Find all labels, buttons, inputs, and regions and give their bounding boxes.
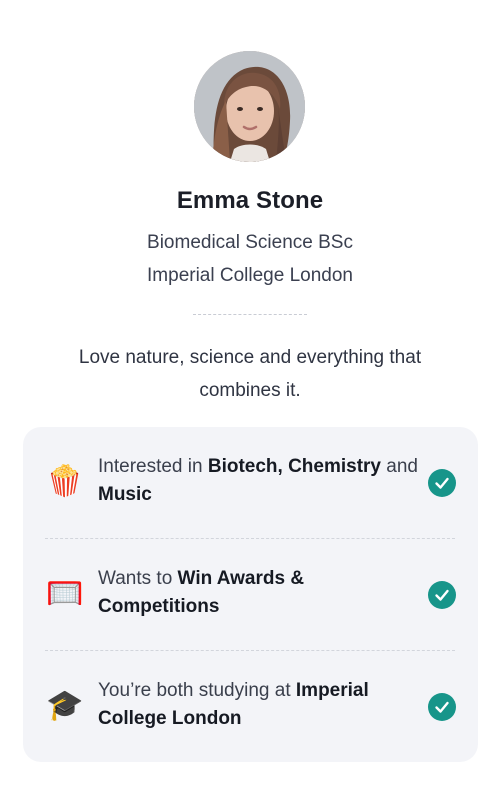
match-text: You’re both studying at Imperial College… (98, 680, 369, 729)
popcorn-icon: 🍿 (46, 465, 84, 498)
match-row-university: 🎓 You’re both studying at Imperial Colle… (23, 651, 478, 762)
match-row-goals: 🥅 Wants to Win Awards & Competitions (23, 539, 478, 650)
profile-name: Emma Stone (176, 187, 324, 214)
graduation-cap-icon: 🎓 (46, 689, 84, 722)
match-row-interests: 🍿 Interested in Biotech, Chemistry and M… (23, 427, 478, 538)
matches-card: 🍿 Interested in Biotech, Chemistry and M… (23, 427, 478, 762)
profile-university: Imperial College London (147, 265, 353, 286)
avatar-portrait (194, 51, 305, 162)
goal-net-icon: 🥅 (46, 577, 84, 610)
divider (193, 314, 307, 315)
profile-bio: Love nature, science and everything that… (78, 347, 422, 401)
check-icon (428, 693, 456, 721)
check-icon (428, 581, 456, 609)
profile-page: Emma Stone Biomedical Science BSc Imperi… (0, 0, 500, 800)
match-text: Wants to Win Awards & Competitions (98, 568, 305, 617)
avatar (194, 51, 305, 162)
profile-course: Biomedical Science BSc (147, 232, 353, 253)
check-icon (428, 469, 456, 497)
match-text: Interested in Biotech, Chemistry and Mus… (98, 456, 418, 505)
